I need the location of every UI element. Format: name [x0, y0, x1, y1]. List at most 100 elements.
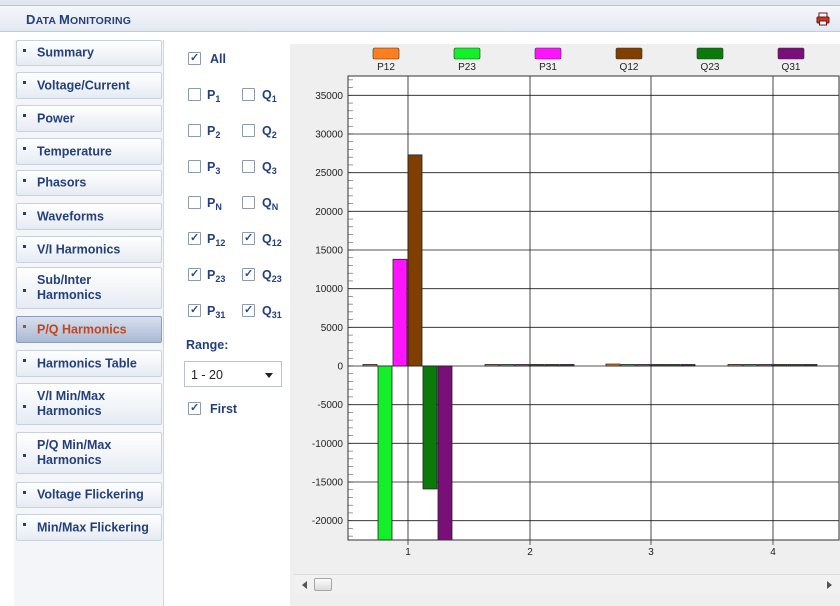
x-tick-label: 2 — [527, 547, 533, 558]
bullet-icon — [23, 81, 26, 84]
bullet-icon — [23, 523, 26, 526]
q-channel-checkbox[interactable] — [242, 160, 255, 173]
all-checkbox[interactable] — [188, 51, 201, 65]
sidebar-item-label: Temperature — [37, 144, 112, 158]
bullet-icon — [23, 325, 26, 328]
sidebar-item[interactable]: Voltage Flickering — [16, 482, 162, 508]
y-tick-label: 5000 — [321, 323, 344, 334]
bar — [635, 364, 651, 367]
bar — [787, 364, 803, 367]
scroll-right-icon[interactable] — [827, 581, 832, 589]
y-tick-label: 10000 — [315, 284, 343, 295]
p-channel-checkbox[interactable] — [188, 160, 201, 173]
printer-icon[interactable] — [816, 12, 830, 26]
bullet-icon — [23, 179, 26, 182]
q-channel-checkbox[interactable] — [242, 231, 255, 245]
y-tick-label: -15000 — [312, 478, 344, 489]
sidebar-item-label: Voltage/Current — [37, 78, 130, 92]
bullet-icon — [23, 454, 26, 457]
range-select[interactable]: 1 - 20 — [184, 361, 282, 387]
sidebar-item[interactable]: Sub/Inter Harmonics — [16, 267, 162, 309]
q-channel-label: Q2 — [262, 124, 277, 140]
sidebar-item[interactable]: Voltage/Current — [16, 72, 162, 99]
p-channel-checkbox[interactable] — [188, 124, 201, 137]
p-channel-checkbox[interactable] — [188, 303, 201, 317]
bar — [605, 363, 621, 367]
sidebar-item[interactable]: Temperature — [16, 138, 162, 165]
bar — [665, 364, 681, 367]
legend-swatch — [696, 47, 724, 60]
p-channel-checkbox[interactable] — [188, 88, 201, 101]
legend-label: Q23 — [701, 62, 720, 73]
bar — [544, 364, 560, 367]
title-part: D — [26, 12, 36, 27]
sidebar-item[interactable]: Waveforms — [16, 203, 162, 230]
chart-horizontal-scrollbar[interactable] — [294, 574, 840, 594]
scroll-left-icon[interactable] — [302, 581, 307, 589]
q-channel-checkbox[interactable] — [242, 196, 255, 209]
sidebar-item[interactable]: Power — [16, 105, 162, 132]
q-channel-checkbox[interactable] — [242, 303, 255, 317]
sidebar-item-label: Harmonics Table — [37, 356, 137, 370]
legend-label: Q12 — [620, 62, 639, 73]
sidebar-item-label: Phasors — [37, 175, 87, 190]
bullet-icon — [23, 405, 26, 408]
bar — [484, 364, 500, 367]
p-channel-checkbox[interactable] — [188, 267, 201, 281]
sidebar-item[interactable]: V/I Min/Max Harmonics — [16, 383, 162, 425]
y-tick-label: 15000 — [315, 246, 343, 257]
title-part: M — [58, 12, 70, 27]
y-tick-label: 25000 — [315, 168, 343, 179]
sidebar-item-label: Voltage Flickering — [37, 487, 144, 502]
legend-swatch — [372, 47, 400, 60]
sidebar-nav: Summary Voltage/Current Power Temperature Ph… — [14, 40, 164, 606]
sidebar-item[interactable]: P/Q Harmonics — [16, 316, 162, 343]
scroll-thumb[interactable] — [314, 578, 332, 591]
q-channel-checkbox[interactable] — [242, 124, 255, 137]
bullet-icon — [23, 49, 26, 52]
q-channel-label: QN — [262, 196, 279, 212]
q-channel-label: Q31 — [262, 304, 282, 320]
p-channel-label: P23 — [207, 268, 226, 284]
p-channel-checkbox[interactable] — [188, 231, 201, 245]
sidebar-item[interactable]: Harmonics Table — [16, 350, 162, 377]
bullet-icon — [23, 147, 26, 150]
title-part: ONITORING — [69, 15, 132, 27]
sidebar-item[interactable]: Phasors — [16, 170, 162, 196]
sidebar-item-label: V/I Min/Max Harmonics — [37, 389, 106, 418]
bar — [437, 365, 453, 541]
bullet-icon — [23, 114, 26, 117]
sidebar-item[interactable]: Min/Max Flickering — [16, 514, 162, 541]
sidebar-item[interactable]: Summary — [16, 40, 162, 66]
sidebar-item-label: V/I Harmonics — [37, 242, 121, 256]
range-select-value: 1 - 20 — [191, 368, 223, 382]
x-tick-label: 1 — [405, 547, 411, 558]
page-title: DATA MONITORING — [26, 12, 131, 27]
q-channel-label: Q3 — [262, 160, 277, 176]
p-channel-label: P12 — [207, 232, 226, 248]
first-checkbox[interactable] — [188, 401, 201, 415]
pq-harmonics-chart: 35000 30000 25000 20000 15000 10000 5000 0 -5000… — [312, 47, 840, 558]
sidebar-item-label: P/Q Min/Max Harmonics — [37, 438, 112, 467]
sidebar-item-label: Sub/Inter Harmonics — [37, 273, 102, 302]
q-channel-checkbox[interactable] — [242, 88, 255, 101]
range-label: Range: — [186, 338, 229, 352]
y-tick-label: -5000 — [317, 400, 343, 411]
y-tick-label: -20000 — [312, 516, 344, 527]
legend-label: Q31 — [782, 62, 801, 73]
sidebar-item-label: P/Q Harmonics — [37, 322, 127, 336]
x-tick-label: 3 — [648, 547, 654, 558]
p-channel-checkbox[interactable] — [188, 196, 201, 209]
sidebar-item[interactable]: V/I Harmonics — [16, 236, 162, 263]
y-tick-label: 0 — [337, 362, 343, 373]
sidebar-item-label: Min/Max Flickering — [37, 520, 149, 534]
sidebar-item[interactable]: P/Q Min/Max Harmonics — [16, 432, 162, 474]
bar — [680, 364, 696, 367]
channel-filters: All Range: 1 - 20 First P1 Q1 P2 Q2 P3 Q3 PN QN… — [176, 40, 286, 600]
bar — [499, 364, 515, 367]
legend-label: P31 — [539, 62, 557, 73]
bullet-icon — [23, 212, 26, 215]
first-checkbox-label: First — [210, 402, 238, 416]
x-tick-label: 4 — [770, 547, 776, 558]
q-channel-checkbox[interactable] — [242, 267, 255, 281]
